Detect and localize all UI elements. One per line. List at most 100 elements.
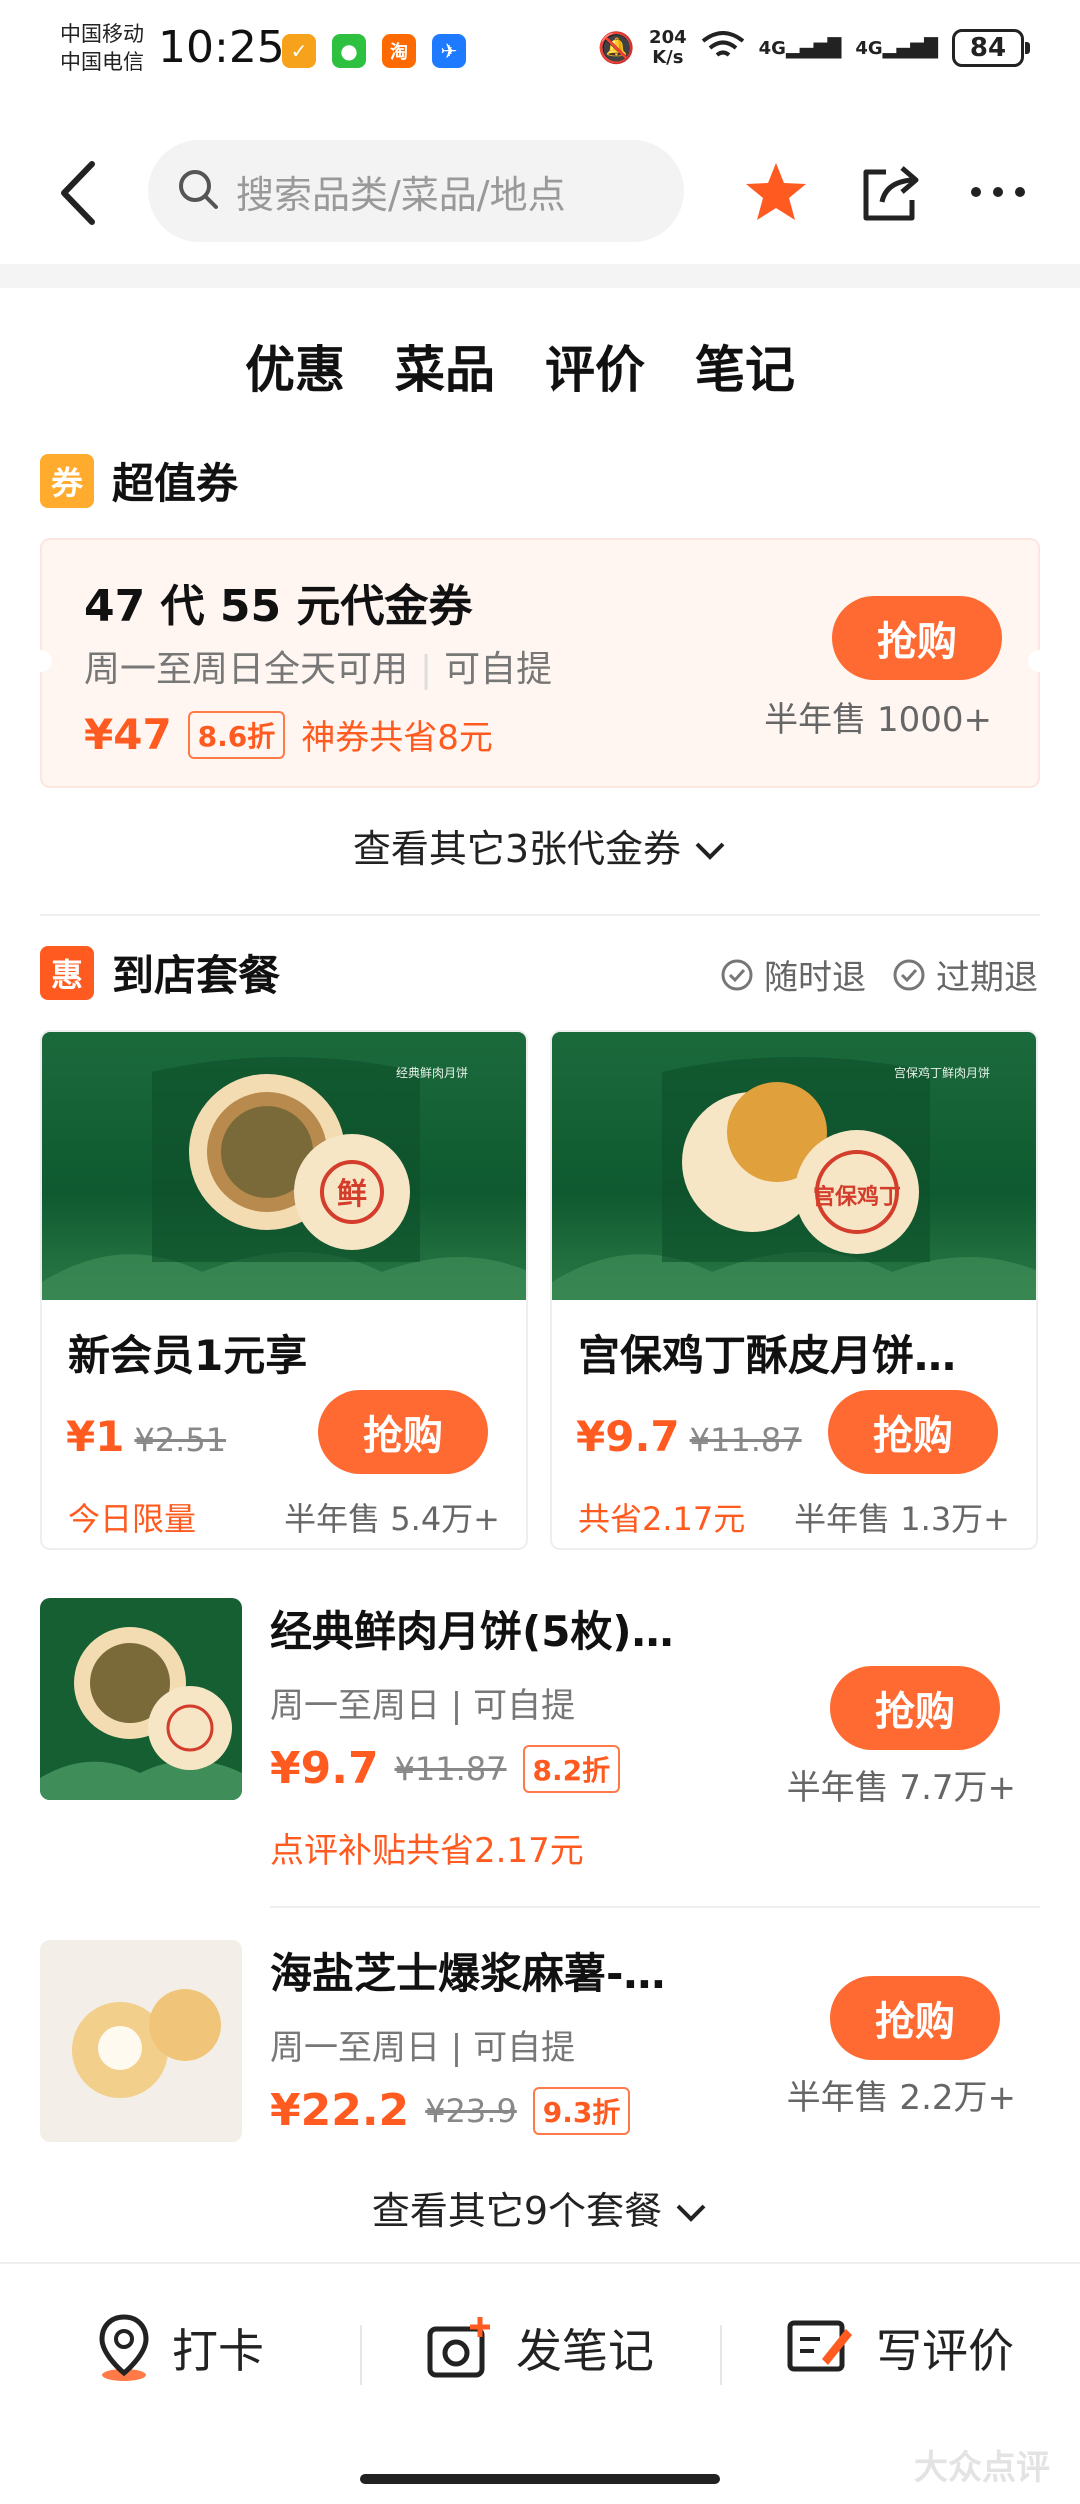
carrier-1: 中国移动 bbox=[60, 22, 144, 46]
search-input[interactable]: 搜索品类/菜品/地点 bbox=[148, 140, 684, 242]
package-badge-icon: 惠 bbox=[40, 945, 94, 1000]
package-card[interactable]: 鲜 经典鲜肉月饼 新会员1元享 ¥1 ¥2.51 抢购 今日限量 半年售 5.4… bbox=[40, 1030, 528, 1550]
checkin-button[interactable]: 打卡 bbox=[0, 2313, 360, 2383]
item-thumbnail bbox=[40, 1940, 242, 2142]
more-icon[interactable] bbox=[966, 160, 1030, 224]
svg-text:经典鲜肉月饼: 经典鲜肉月饼 bbox=[396, 1066, 468, 1080]
voucher-card[interactable]: 47 代 55 元代金券 周一至周日全天可用 | 可自提 ¥47 8.6折 神券共省… bbox=[30, 538, 1050, 788]
package-buy-button[interactable]: 抢购 bbox=[828, 1390, 998, 1474]
write-review-button[interactable]: 写评价 bbox=[720, 2315, 1080, 2385]
voucher-saving: 神券共省8元 bbox=[301, 718, 493, 758]
search-icon bbox=[176, 167, 220, 215]
wechat-icon: ● bbox=[332, 34, 366, 68]
tab-notes[interactable]: 笔记 bbox=[695, 330, 795, 402]
package-section-title: 到店套餐 bbox=[112, 951, 281, 1000]
item-original-price: ¥23.9 bbox=[425, 2091, 517, 2130]
package-price-row: ¥9.7 ¥11.87 bbox=[576, 1412, 802, 1461]
wifi-icon bbox=[701, 29, 745, 67]
package-section-header: 惠 到店套餐 bbox=[40, 942, 280, 1003]
policy-expiry-refund: 过期退 bbox=[892, 950, 1038, 999]
battery-icon: 84 bbox=[952, 29, 1030, 67]
list-item[interactable]: 经典鲜肉月饼(5枚)… 周一至周日 | 可自提 ¥9.7 ¥11.87 8.2折… bbox=[40, 1598, 1040, 1878]
package-title: 宫保鸡丁酥皮月饼… bbox=[578, 1331, 957, 1380]
list-item[interactable]: 海盐芝士爆浆麻薯-… 周一至周日 | 可自提 ¥22.2 ¥23.9 9.3折 … bbox=[40, 1940, 1040, 2160]
voucher-price: ¥47 bbox=[84, 710, 172, 759]
divider bbox=[40, 914, 1040, 916]
carrier-2: 中国电信 bbox=[60, 50, 144, 74]
clock: 10:25 bbox=[158, 22, 285, 73]
item-buy-button[interactable]: 抢购 bbox=[830, 1666, 1000, 1750]
package-sold: 半年售 5.4万+ bbox=[284, 1500, 500, 1538]
signal-1: 4G▂▄▆█ bbox=[758, 37, 842, 59]
item-price: ¥22.2 bbox=[270, 2085, 410, 2136]
package-card[interactable]: 宫保鸡丁 宫保鸡丁鲜肉月饼 宫保鸡丁酥皮月饼… ¥9.7 ¥11.87 抢购 共… bbox=[550, 1030, 1038, 1550]
package-sold: 半年售 1.3万+ bbox=[794, 1500, 1010, 1538]
check-circle-icon bbox=[721, 959, 753, 990]
location-pin-icon bbox=[99, 2314, 149, 2381]
section-gap bbox=[0, 264, 1080, 288]
tab-dishes[interactable]: 菜品 bbox=[395, 330, 495, 402]
voucher-section-title: 超值券 bbox=[112, 459, 239, 508]
item-discount-tag: 8.2折 bbox=[522, 1744, 621, 1793]
item-price-row: ¥22.2 ¥23.9 9.3折 bbox=[270, 2085, 631, 2136]
svg-text:鲜: 鲜 bbox=[337, 1177, 367, 1212]
status-right: 🔕 204 K/s 4G▂▄▆█ 4G▂▄▆█ 84 bbox=[598, 27, 1030, 68]
search-placeholder: 搜索品类/菜品/地点 bbox=[236, 172, 566, 217]
back-icon[interactable] bbox=[52, 158, 112, 228]
package-saving: 共省2.17元 bbox=[578, 1500, 746, 1538]
voucher-price-row: ¥47 8.6折 神券共省8元 bbox=[84, 710, 493, 759]
item-thumbnail bbox=[40, 1598, 242, 1800]
package-title: 新会员1元享 bbox=[68, 1331, 308, 1380]
package-price: ¥1 bbox=[66, 1412, 125, 1461]
camera-plus-icon bbox=[427, 2317, 490, 2378]
svg-text:宫保鸡丁鲜肉月饼: 宫保鸡丁鲜肉月饼 bbox=[894, 1065, 990, 1080]
edit-review-icon bbox=[787, 2320, 852, 2372]
item-price: ¥9.7 bbox=[270, 1743, 379, 1794]
voucher-usage: 周一至周日全天可用 | 可自提 bbox=[84, 649, 553, 690]
item-sold: 半年售 2.2万+ bbox=[786, 2078, 1016, 2118]
more-packages-link[interactable]: 查看其它9个套餐 bbox=[0, 2180, 1080, 2235]
voucher-section-header: 券 超值券 bbox=[40, 450, 238, 511]
item-usage: 周一至周日 | 可自提 bbox=[270, 2028, 576, 2068]
flight-icon: ✈ bbox=[432, 34, 466, 68]
favorite-star-icon[interactable] bbox=[744, 160, 808, 224]
voucher-title: 47 代 55 元代金券 bbox=[84, 581, 473, 632]
nav-bar: 搜索品类/菜品/地点 bbox=[0, 130, 1080, 250]
voucher-sold: 半年售 1000+ bbox=[764, 700, 992, 740]
package-price: ¥9.7 bbox=[576, 1412, 680, 1461]
voucher-discount-tag: 8.6折 bbox=[187, 710, 286, 759]
item-sold: 半年售 7.7万+ bbox=[786, 1768, 1016, 1808]
checkin-label: 打卡 bbox=[172, 2324, 264, 2378]
package-buy-button[interactable]: 抢购 bbox=[318, 1390, 488, 1474]
mooncake-image: 鲜 经典鲜肉月饼 bbox=[42, 1032, 526, 1300]
taobao-lite-icon: ✓ bbox=[282, 34, 316, 68]
tab-bar: 优惠 菜品 评价 笔记 bbox=[0, 330, 1080, 402]
item-original-price: ¥11.87 bbox=[394, 1749, 507, 1788]
item-usage: 周一至周日 | 可自提 bbox=[270, 1686, 576, 1726]
item-title: 海盐芝士爆浆麻薯-… bbox=[270, 1949, 666, 1998]
package-limit: 今日限量 bbox=[68, 1500, 197, 1538]
mooncake-image: 宫保鸡丁 宫保鸡丁鲜肉月饼 bbox=[552, 1032, 1036, 1300]
item-subsidy: 点评补贴共省2.17元 bbox=[270, 1831, 584, 1871]
carrier-info: 中国移动 中国电信 bbox=[60, 20, 144, 76]
signal-2: 4G▂▄▆█ bbox=[855, 37, 938, 59]
item-buy-button[interactable]: 抢购 bbox=[830, 1976, 1000, 2060]
tab-reviews[interactable]: 评价 bbox=[545, 330, 645, 402]
package-price-row: ¥1 ¥2.51 bbox=[66, 1412, 226, 1461]
package-original-price: ¥2.51 bbox=[134, 1421, 227, 1459]
post-note-button[interactable]: 发笔记 bbox=[360, 2315, 720, 2385]
home-indicator[interactable] bbox=[360, 2474, 720, 2484]
voucher-buy-button[interactable]: 抢购 bbox=[832, 596, 1002, 680]
svg-text:宫保鸡丁: 宫保鸡丁 bbox=[813, 1184, 901, 1210]
write-review-label: 写评价 bbox=[876, 2324, 1014, 2378]
share-icon[interactable] bbox=[860, 160, 924, 224]
refund-policies: 随时退 过期退 bbox=[720, 950, 1038, 999]
more-vouchers-link[interactable]: 查看其它3张代金券 bbox=[0, 818, 1080, 873]
network-speed: 204 K/s bbox=[649, 27, 687, 68]
chevron-down-icon bbox=[693, 827, 727, 871]
item-price-row: ¥9.7 ¥11.87 8.2折 bbox=[270, 1743, 621, 1794]
policy-anytime-refund: 随时退 bbox=[720, 950, 866, 999]
bottom-action-bar: 打卡 发笔记 写评价 bbox=[0, 2262, 1080, 2432]
chevron-down-icon bbox=[674, 2189, 708, 2233]
tab-discount[interactable]: 优惠 bbox=[245, 330, 345, 402]
